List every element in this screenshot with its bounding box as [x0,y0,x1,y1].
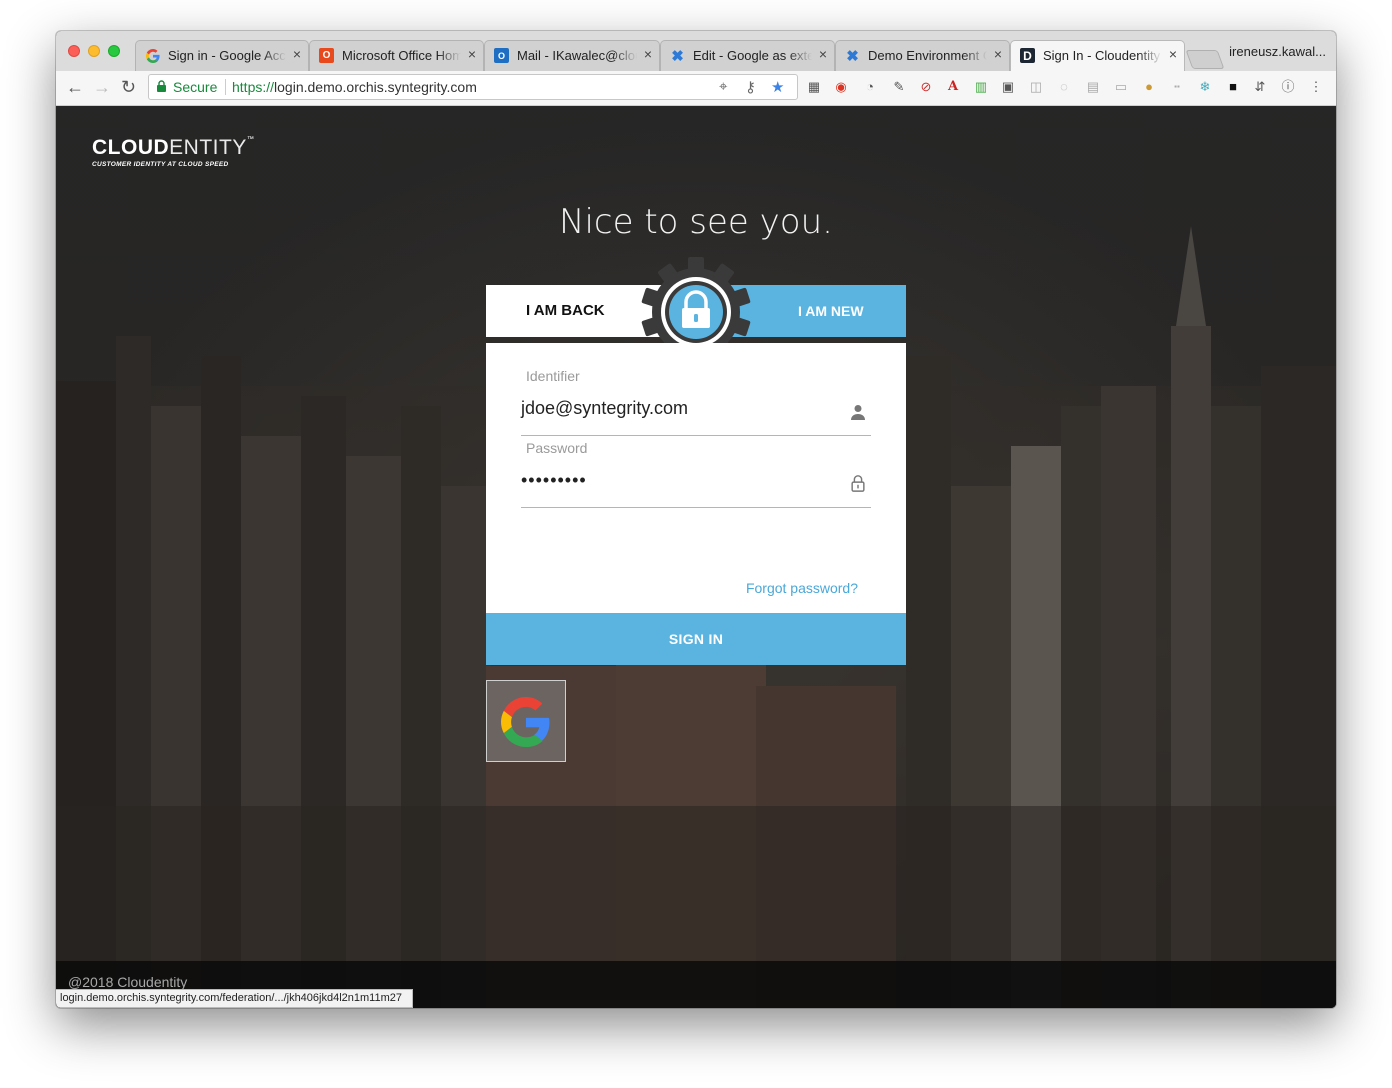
sign-in-button[interactable]: SIGN IN [486,613,906,665]
tab-title: Sign In - Cloudentity [1043,48,1161,63]
cloudentity-logo: CLOUDENTITY™ CUSTOMER IDENTITY AT CLOUD … [92,136,254,168]
confluence-icon: ✖ [671,47,684,65]
close-icon[interactable]: × [468,46,476,62]
tab-title: Edit - Google as external [693,48,812,63]
extension-block-icon[interactable]: ⊘ [918,79,934,95]
copyright-text: @2018 Cloudentity [68,974,188,990]
extension-brackets-icon[interactable]: ◌ [1056,79,1072,95]
google-g-icon [145,48,160,63]
close-icon[interactable]: × [644,46,652,62]
extension-network-icon[interactable]: ⇵ [1252,79,1268,95]
tab-title: Mail - IKawalec@cloudentity.com [517,48,637,63]
close-window-button[interactable] [68,45,80,57]
link-status-bar: login.demo.orchis.syntegrity.com/federat… [56,989,413,1008]
google-g-icon [501,697,550,747]
confluence-icon: ✖ [846,47,859,65]
page-heading: Nice to see you. [559,202,833,242]
tab-mail[interactable]: O Mail - IKawalec@cloudentity.com × [484,40,660,71]
extension-tag-icon[interactable]: ◫ [1028,79,1044,95]
office-icon: O [319,48,334,63]
extension-compass-icon[interactable]: ◔ [862,79,878,95]
extension-camera-icon[interactable]: ■ [1225,79,1241,95]
divider [225,79,226,95]
location-icon[interactable]: ⌖ [719,78,727,95]
key-icon[interactable]: ⚷ [745,78,756,96]
tab-edit-google-external[interactable]: ✖ Edit - Google as external × [660,40,835,71]
browser-toolbar: ← → ↻ Secure https://login.demo.orchis.s… [56,71,1336,106]
padlock-icon [851,475,865,492]
tab-demo-environment[interactable]: ✖ Demo Environment Guide × [835,40,1010,71]
minimize-window-button[interactable] [88,45,100,57]
url-scheme: https:// [232,79,275,95]
password-label: Password [526,440,588,456]
logo-bold-text: CLOUD [92,136,170,159]
extension-jb-icon[interactable]: ▦ [806,79,822,95]
extension-eyedropper-icon[interactable]: ✎ [891,79,907,95]
extension-opera-icon[interactable]: ◉ [833,79,849,95]
extension-comment-icon[interactable]: ▭ [1113,79,1129,95]
close-icon[interactable]: × [994,46,1002,62]
tab-title: Demo Environment Guide [868,48,987,63]
logo-light-text: ENTITY [169,136,247,159]
maximize-window-button[interactable] [108,45,120,57]
extension-info-icon[interactable]: ⓘ [1280,79,1296,95]
extension-cookie-icon[interactable]: ● [1141,79,1157,95]
tab-title: Sign in - Google Accounts [168,48,286,63]
outlook-icon: O [494,48,509,63]
sign-in-card: Identifier jdoe@syntegrity.com Password … [486,343,906,613]
forgot-password-link[interactable]: Forgot password? [746,580,858,596]
tab-title: Microsoft Office Home [342,48,461,63]
back-button[interactable]: ← [66,77,84,97]
tab-google-sign-in[interactable]: Sign in - Google Accounts × [135,40,309,71]
tab-bar: Sign in - Google Accounts × O Microsoft … [56,31,1336,72]
tab-office-home[interactable]: O Microsoft Office Home × [309,40,484,71]
menu-kebab-icon[interactable]: ⋮ [1308,79,1324,95]
tab-sign-in-cloudentity[interactable]: D Sign In - Cloudentity × [1010,40,1185,72]
secure-label: Secure [173,79,218,95]
identifier-label: Identifier [526,368,580,384]
profile-name[interactable]: ireneusz.kawal... [1229,44,1326,59]
cloudentity-d-icon: D [1020,48,1035,63]
extension-doc-icon[interactable]: ▤ [1085,79,1101,95]
user-icon [851,405,865,420]
close-icon[interactable]: × [1169,46,1177,62]
logo-trademark: ™ [246,136,255,143]
google-sign-in-button[interactable] [486,680,566,762]
extension-equalizer-icon[interactable]: ▥ [973,79,989,95]
page-content: CLOUDENTITY™ CUSTOMER IDENTITY AT CLOUD … [56,106,1336,1008]
identifier-underline [521,435,871,436]
url-host: login.demo.orchis.syntegrity.com [274,79,477,95]
close-icon[interactable]: × [293,46,301,62]
identifier-input[interactable]: jdoe@syntegrity.com [521,398,688,419]
close-icon[interactable]: × [819,46,827,62]
extension-snowflake-icon[interactable]: ❄ [1197,79,1213,95]
extension-font-icon[interactable]: A [945,79,961,95]
logo-tagline: CUSTOMER IDENTITY AT CLOUD SPEED [92,161,229,168]
forward-button[interactable]: → [93,77,111,97]
browser-window: Sign in - Google Accounts × O Microsoft … [56,31,1336,1008]
new-tab-button[interactable] [1185,50,1225,69]
bookmark-star-icon[interactable]: ★ [771,78,784,96]
reload-button[interactable]: ↻ [121,77,136,97]
address-bar[interactable]: Secure https://login.demo.orchis.syntegr… [148,74,798,100]
password-underline [521,507,871,508]
extension-page-icon[interactable]: ▣ [1000,79,1016,95]
url-text[interactable]: https://login.demo.orchis.syntegrity.com [232,79,477,95]
extension-small-icon[interactable]: ▪▪ [1169,79,1185,95]
lock-icon [157,80,166,92]
password-input[interactable]: ••••••••• [521,470,587,491]
